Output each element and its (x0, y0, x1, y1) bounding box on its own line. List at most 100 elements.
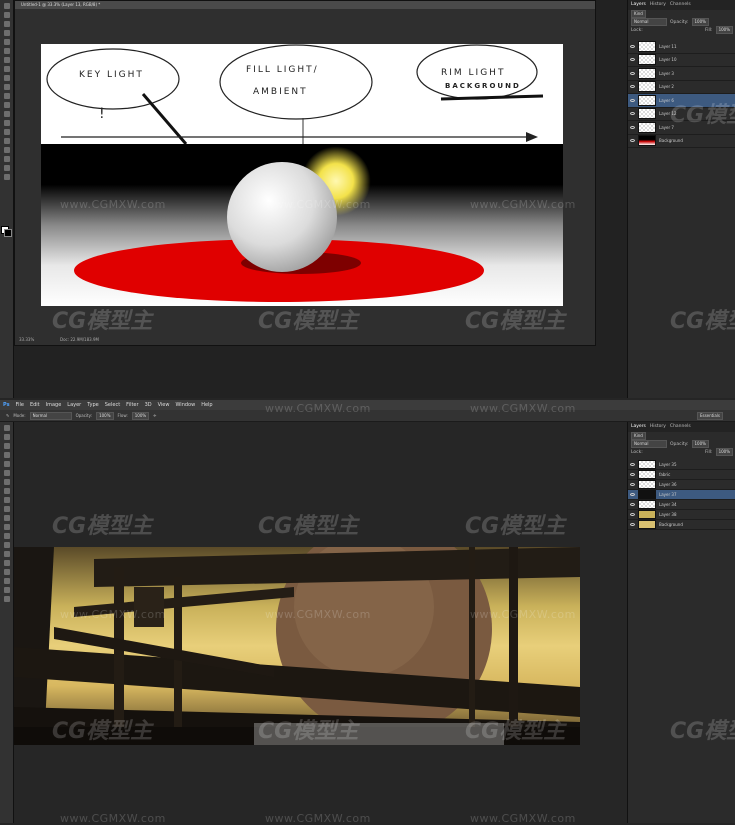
visibility-eye-icon[interactable] (630, 483, 635, 486)
menu-image[interactable]: Image (46, 402, 62, 408)
menu-help[interactable]: Help (201, 402, 212, 408)
shape-tool-icon[interactable] (3, 156, 10, 162)
lasso-tool-icon[interactable] (3, 21, 10, 27)
menu-select[interactable]: Select (105, 402, 120, 408)
background-color-swatch[interactable] (4, 229, 12, 237)
visibility-eye-icon[interactable] (630, 71, 635, 75)
opacity-field[interactable]: 100% (691, 440, 709, 448)
hand-tool-icon[interactable] (3, 165, 10, 171)
blend-mode-select[interactable]: Normal (631, 440, 667, 448)
fill-field[interactable]: 100% (715, 26, 733, 34)
airbrush-icon[interactable]: ✈ (153, 413, 156, 418)
zoom-tool-icon[interactable] (3, 174, 10, 180)
fill-field[interactable]: 100% (715, 448, 733, 456)
opacity-field[interactable]: 100% (691, 18, 709, 26)
menu-view[interactable]: View (158, 402, 170, 408)
marquee-tool-icon[interactable] (3, 434, 10, 440)
crop-tool-icon[interactable] (3, 461, 10, 467)
visibility-eye-icon[interactable] (630, 493, 635, 496)
flow-field[interactable]: 100% (131, 411, 150, 420)
menu-window[interactable]: Window (175, 402, 195, 408)
layer-row[interactable]: Layer 7 (628, 121, 735, 135)
layer-row[interactable]: Layer 38 (628, 510, 735, 520)
menu-file[interactable]: File (16, 402, 24, 408)
document-tab[interactable]: Untitled-1 @ 33.3% (Layer 13, RGB/8) * (15, 1, 595, 9)
lasso-tool-icon[interactable] (3, 443, 10, 449)
tab-history[interactable]: History (650, 423, 666, 431)
tab-layers[interactable]: Layers (631, 423, 646, 431)
visibility-eye-icon[interactable] (630, 463, 635, 466)
history-brush-tool-icon[interactable] (3, 84, 10, 90)
marquee-tool-icon[interactable] (3, 12, 10, 18)
visibility-eye-icon[interactable] (630, 85, 635, 89)
pen-tool-icon[interactable] (3, 129, 10, 135)
eyedropper-tool-icon[interactable] (3, 48, 10, 54)
tab-channels[interactable]: Channels (670, 1, 691, 9)
menu-edit[interactable]: Edit (30, 402, 40, 408)
stamp-tool-icon[interactable] (3, 75, 10, 81)
blend-mode-select[interactable]: Normal (631, 18, 667, 26)
brush-tool-icon[interactable] (3, 488, 10, 494)
kind-select[interactable]: Kind (631, 10, 646, 18)
gradient-tool-icon[interactable] (3, 524, 10, 530)
stamp-tool-icon[interactable] (3, 497, 10, 503)
history-brush-tool-icon[interactable] (3, 506, 10, 512)
layer-row[interactable]: Layer 12 (628, 108, 735, 121)
path-selection-tool-icon[interactable] (3, 569, 10, 575)
layer-row[interactable]: Layer 35 (628, 460, 735, 470)
layer-row[interactable]: Layer 2 (628, 81, 735, 94)
path-selection-tool-icon[interactable] (3, 147, 10, 153)
visibility-eye-icon[interactable] (630, 58, 635, 62)
shape-tool-icon[interactable] (3, 578, 10, 584)
menu-filter[interactable]: Filter (126, 402, 138, 408)
tab-history[interactable]: History (650, 1, 666, 9)
layer-row[interactable]: Background (628, 520, 735, 530)
layer-row[interactable]: Layer 34 (628, 500, 735, 510)
visibility-eye-icon[interactable] (630, 98, 635, 102)
layer-row[interactable]: Background (628, 135, 735, 148)
menu-type[interactable]: Type (87, 402, 98, 408)
visibility-eye-icon[interactable] (630, 473, 635, 476)
layer-row-selected[interactable]: Layer 6 (628, 94, 735, 108)
crop-tool-icon[interactable] (3, 39, 10, 45)
blur-tool-icon[interactable] (3, 111, 10, 117)
layer-row[interactable]: Layer 3 (628, 67, 735, 81)
layer-row-selected[interactable]: Layer 37 (628, 490, 735, 500)
magic-wand-tool-icon[interactable] (3, 30, 10, 36)
visibility-eye-icon[interactable] (630, 139, 635, 143)
gradient-tool-icon[interactable] (3, 102, 10, 108)
move-tool-icon[interactable] (3, 425, 10, 431)
dodge-tool-icon[interactable] (3, 542, 10, 548)
visibility-eye-icon[interactable] (630, 125, 635, 129)
dodge-tool-icon[interactable] (3, 120, 10, 126)
menu-3d[interactable]: 3D (145, 402, 152, 408)
doc-info[interactable]: Doc: 22.9M/183.9M (60, 337, 99, 342)
visibility-eye-icon[interactable] (630, 513, 635, 516)
healing-tool-icon[interactable] (3, 57, 10, 63)
tab-layers[interactable]: Layers (631, 1, 646, 9)
visibility-eye-icon[interactable] (630, 44, 635, 48)
pen-tool-icon[interactable] (3, 551, 10, 557)
zoom-readout[interactable]: 33.33% (19, 337, 34, 342)
layer-row[interactable]: Layer 11 (628, 40, 735, 54)
mode-select[interactable]: Normal (29, 411, 72, 420)
eraser-tool-icon[interactable] (3, 93, 10, 99)
layer-row[interactable]: Layer 10 (628, 54, 735, 67)
visibility-eye-icon[interactable] (630, 503, 635, 506)
layer-row[interactable]: Layer 36 (628, 480, 735, 490)
eraser-tool-icon[interactable] (3, 515, 10, 521)
eyedropper-tool-icon[interactable] (3, 470, 10, 476)
zoom-tool-icon[interactable] (3, 596, 10, 602)
healing-tool-icon[interactable] (3, 479, 10, 485)
blur-tool-icon[interactable] (3, 533, 10, 539)
menu-layer[interactable]: Layer (67, 402, 81, 408)
type-tool-icon[interactable] (3, 138, 10, 144)
brush-preset-icon[interactable]: ✎ (6, 413, 9, 418)
layer-row[interactable]: fabric (628, 470, 735, 480)
brush-tool-icon[interactable] (3, 66, 10, 72)
visibility-eye-icon[interactable] (630, 112, 635, 116)
tab-channels[interactable]: Channels (670, 423, 691, 431)
ps-app-icon[interactable]: Ps (3, 402, 10, 408)
opacity-field[interactable]: 100% (96, 411, 114, 420)
move-tool-icon[interactable] (3, 3, 10, 9)
